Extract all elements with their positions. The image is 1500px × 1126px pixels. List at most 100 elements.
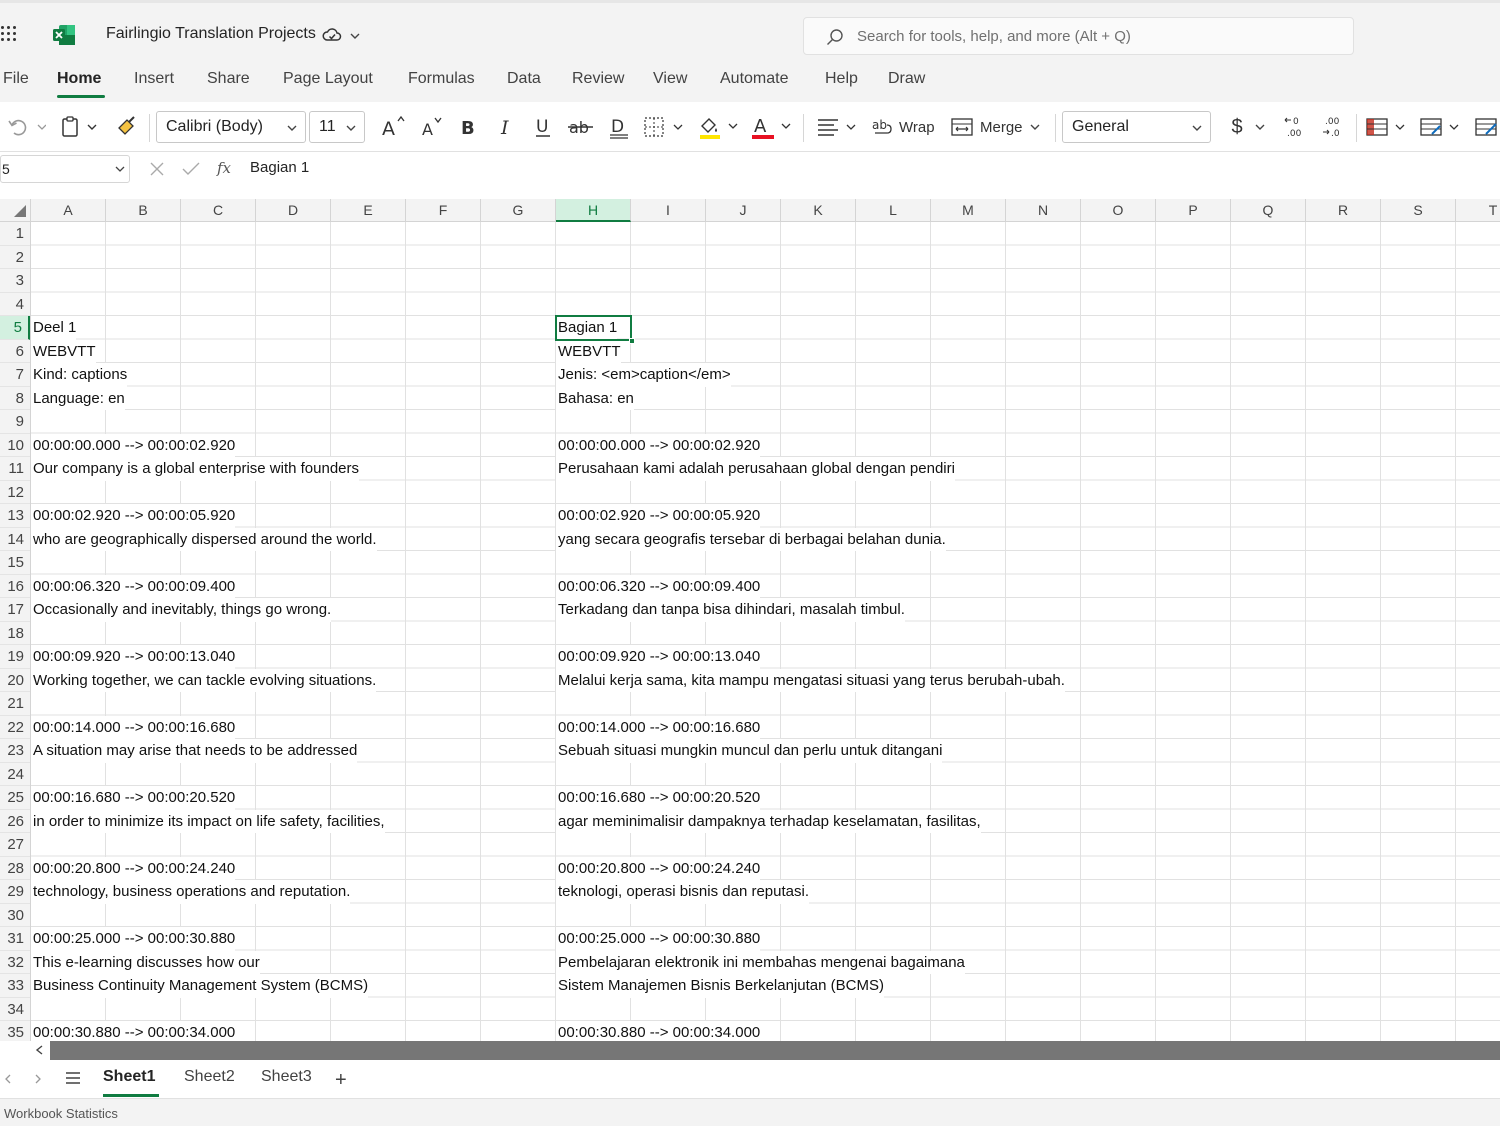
- tab-formulas[interactable]: Formulas: [408, 70, 475, 88]
- cell-column-a[interactable]: Language: en: [31, 386, 125, 410]
- paste-button[interactable]: [60, 112, 102, 142]
- row-header[interactable]: 21: [0, 692, 30, 716]
- wrap-text-button[interactable]: ab Wrap: [871, 112, 941, 142]
- borders-button[interactable]: [642, 112, 686, 142]
- column-header-h[interactable]: H: [556, 199, 631, 222]
- format-painter-button[interactable]: [114, 112, 140, 142]
- font-name-dropdown[interactable]: Calibri (Body): [156, 111, 306, 143]
- column-header-j[interactable]: J: [706, 199, 781, 222]
- cell-column-h[interactable]: Melalui kerja sama, kita mampu mengatasi…: [556, 668, 1065, 692]
- currency-button[interactable]: $: [1226, 112, 1272, 142]
- fill-color-button[interactable]: [697, 112, 741, 142]
- cell-column-a[interactable]: Kind: captions: [31, 363, 128, 387]
- column-header-a[interactable]: A: [31, 199, 106, 222]
- cancel-icon[interactable]: [148, 160, 166, 178]
- tab-automate[interactable]: Automate: [720, 70, 788, 88]
- row-header[interactable]: 18: [0, 622, 30, 645]
- cell-column-h[interactable]: 00:00:16.680 --> 00:00:20.520: [556, 786, 761, 810]
- cell-column-h[interactable]: Jenis: <em>caption</em>: [556, 363, 731, 387]
- tab-draw[interactable]: Draw: [888, 70, 925, 88]
- column-header-k[interactable]: K: [781, 199, 856, 222]
- cell-column-h[interactable]: 00:00:00.000 --> 00:00:02.920: [556, 433, 761, 457]
- column-header-l[interactable]: L: [856, 199, 931, 222]
- app-launcher-icon[interactable]: [0, 25, 20, 45]
- cell-column-h[interactable]: Pembelajaran elektronik ini membahas men…: [556, 950, 965, 974]
- row-header[interactable]: 28: [0, 857, 30, 880]
- merge-button[interactable]: Merge: [950, 112, 1048, 142]
- formula-input[interactable]: Bagian 1: [250, 159, 309, 176]
- row-header[interactable]: 32: [0, 951, 30, 974]
- tab-insert[interactable]: Insert: [134, 70, 174, 88]
- cell-column-h[interactable]: 00:00:20.800 --> 00:00:24.240: [556, 856, 761, 880]
- column-header-d[interactable]: D: [256, 199, 331, 222]
- cell-column-a[interactable]: This e-learning discusses how our: [31, 950, 260, 974]
- row-header[interactable]: 4: [0, 293, 30, 316]
- column-header-f[interactable]: F: [406, 199, 481, 222]
- row-header[interactable]: 6: [0, 340, 30, 363]
- previous-sheet-icon[interactable]: [2, 1072, 14, 1086]
- row-header[interactable]: 1: [0, 222, 30, 246]
- cell-column-a[interactable]: 00:00:14.000 --> 00:00:16.680: [31, 715, 236, 739]
- cell-column-a[interactable]: 00:00:16.680 --> 00:00:20.520: [31, 786, 236, 810]
- row-header[interactable]: 34: [0, 998, 30, 1021]
- cell-column-a[interactable]: Business Continuity Management System (B…: [31, 974, 369, 998]
- row-header[interactable]: 17: [0, 598, 30, 622]
- insert-function-icon[interactable]: fx: [217, 159, 231, 177]
- cell-column-h[interactable]: Sebuah situasi mungkin muncul dan perlu …: [556, 739, 943, 763]
- cell-column-h[interactable]: Perusahaan kami adalah perusahaan global…: [556, 457, 955, 481]
- cell-column-h[interactable]: 00:00:30.880 --> 00:00:34.000: [556, 1021, 761, 1041]
- cell-column-a[interactable]: in order to minimize its impact on life …: [31, 809, 385, 833]
- next-sheet-icon[interactable]: [32, 1072, 44, 1086]
- column-header-g[interactable]: G: [481, 199, 556, 222]
- row-header[interactable]: 26: [0, 810, 30, 833]
- tab-page-layout[interactable]: Page Layout: [283, 70, 373, 88]
- row-header[interactable]: 30: [0, 904, 30, 927]
- all-sheets-menu-icon[interactable]: [65, 1070, 81, 1086]
- increase-decimal-button[interactable]: 0.00: [1280, 112, 1310, 142]
- document-title[interactable]: Fairlingio Translation Projects: [106, 25, 316, 43]
- row-header[interactable]: 14: [0, 528, 30, 551]
- cell-column-h[interactable]: yang secara geografis tersebar di berbag…: [556, 527, 946, 551]
- scrollbar-thumb[interactable]: [50, 1041, 1500, 1060]
- row-header[interactable]: 24: [0, 763, 30, 786]
- cell-column-a[interactable]: Working together, we can tackle evolving…: [31, 668, 377, 692]
- column-header-e[interactable]: E: [331, 199, 406, 222]
- workbook-statistics-button[interactable]: Workbook Statistics: [4, 1106, 118, 1121]
- number-format-dropdown[interactable]: General: [1062, 111, 1211, 143]
- column-header-n[interactable]: N: [1006, 199, 1081, 222]
- row-header[interactable]: 22: [0, 716, 30, 739]
- cell-column-h[interactable]: 00:00:14.000 --> 00:00:16.680: [556, 715, 761, 739]
- row-header[interactable]: 20: [0, 669, 30, 692]
- row-header[interactable]: 13: [0, 504, 30, 528]
- increase-font-button[interactable]: A: [378, 112, 408, 142]
- scroll-left-icon[interactable]: [34, 1044, 46, 1056]
- cell-column-a[interactable]: 00:00:02.920 --> 00:00:05.920: [31, 504, 236, 528]
- cell-column-h[interactable]: 00:00:25.000 --> 00:00:30.880: [556, 927, 761, 951]
- format-as-table-button[interactable]: [1418, 112, 1464, 142]
- column-header-s[interactable]: S: [1381, 199, 1456, 222]
- tab-view[interactable]: View: [653, 70, 687, 88]
- excel-logo-icon[interactable]: [52, 23, 76, 47]
- double-underline-button[interactable]: D: [606, 112, 632, 142]
- fill-handle[interactable]: [629, 338, 635, 344]
- cell-column-h[interactable]: agar meminimalisir dampaknya terhadap ke…: [556, 809, 981, 833]
- column-header-c[interactable]: C: [181, 199, 256, 222]
- tab-help[interactable]: Help: [825, 70, 858, 88]
- column-header-r[interactable]: R: [1306, 199, 1381, 222]
- column-header-o[interactable]: O: [1081, 199, 1156, 222]
- row-header[interactable]: 15: [0, 551, 30, 575]
- cell-column-a[interactable]: 00:00:09.920 --> 00:00:13.040: [31, 645, 236, 669]
- row-header[interactable]: 35: [0, 1021, 30, 1041]
- row-header[interactable]: 12: [0, 481, 30, 504]
- align-button[interactable]: [814, 112, 860, 142]
- cell-column-h[interactable]: Bahasa: en: [556, 386, 634, 410]
- strikethrough-button[interactable]: ab: [566, 112, 596, 142]
- conditional-format-button[interactable]: [1364, 112, 1410, 142]
- cell-column-a[interactable]: Our company is a global enterprise with …: [31, 457, 360, 481]
- cell-column-a[interactable]: WEBVTT: [31, 339, 96, 363]
- row-header[interactable]: 10: [0, 434, 30, 457]
- row-header[interactable]: 9: [0, 410, 30, 434]
- cell-column-h[interactable]: 00:00:06.320 --> 00:00:09.400: [556, 574, 761, 598]
- row-header[interactable]: 19: [0, 645, 30, 669]
- chevron-down-icon[interactable]: [114, 164, 126, 174]
